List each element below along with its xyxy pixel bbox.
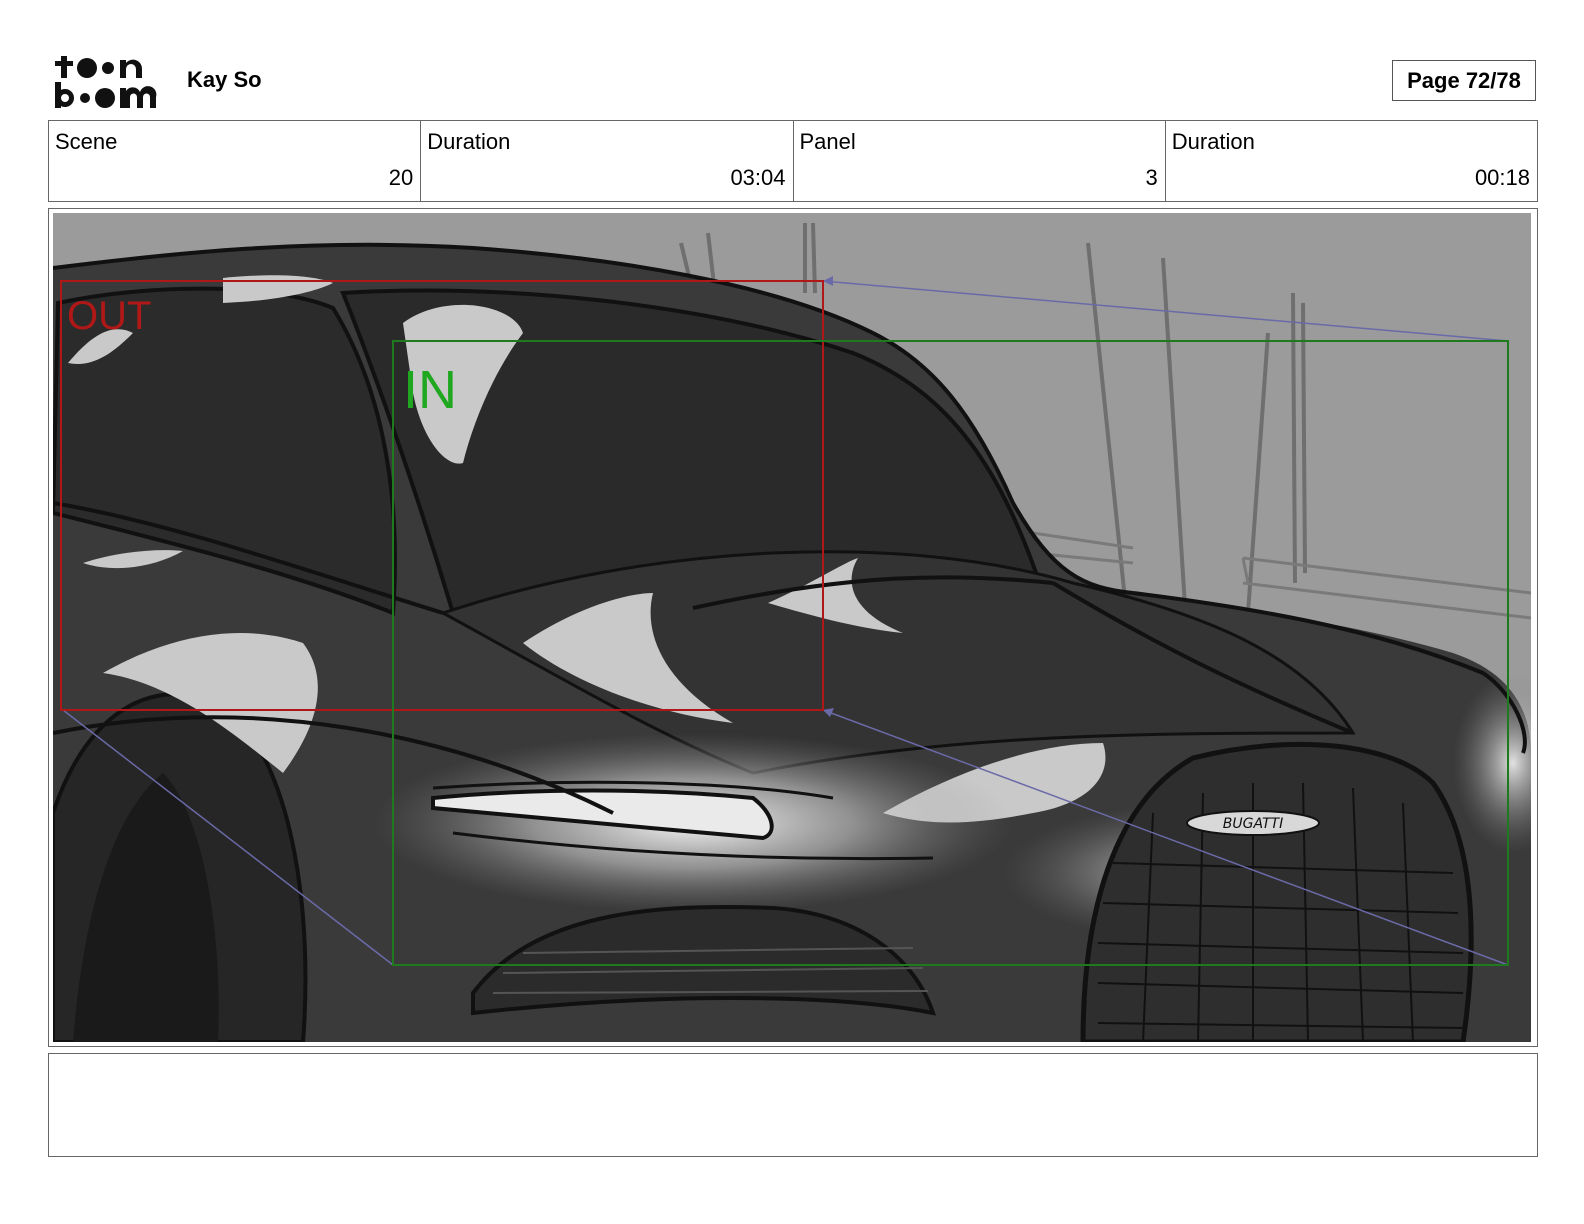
panel-frame: BUGATTI OUT IN xyxy=(48,208,1538,1047)
out-label: OUT xyxy=(67,294,151,338)
panel-duration-value: 00:18 xyxy=(1474,165,1530,190)
panel-notes-box xyxy=(48,1053,1538,1157)
in-label: IN xyxy=(403,360,457,420)
panel-duration-label: Duration xyxy=(1171,129,1255,154)
page-indicator: Page 72/78 xyxy=(1392,60,1536,101)
panel-duration-cell: Duration 00:18 xyxy=(1166,121,1537,201)
panel-value: 3 xyxy=(1145,165,1158,190)
car-badge-text: BUGATTI xyxy=(1223,816,1284,832)
panel-label: Panel xyxy=(799,129,856,154)
scene-cell: Scene 20 xyxy=(49,121,422,201)
toonboom-logo-mark xyxy=(55,56,157,108)
scene-value: 20 xyxy=(388,165,414,190)
scene-duration-label: Duration xyxy=(427,129,511,154)
scene-label: Scene xyxy=(55,129,118,154)
toonboom-logo xyxy=(52,50,164,112)
scene-duration-cell: Duration 03:04 xyxy=(421,121,794,201)
scene-duration-value: 03:04 xyxy=(730,165,786,190)
panel-artwork: BUGATTI OUT IN xyxy=(53,213,1531,1042)
panel-cell: Panel 3 xyxy=(794,121,1166,201)
author-name: Kay So xyxy=(187,67,262,92)
storyboard-info-table: Scene 20 Duration 03:04 Panel 3 Duration… xyxy=(48,120,1538,202)
